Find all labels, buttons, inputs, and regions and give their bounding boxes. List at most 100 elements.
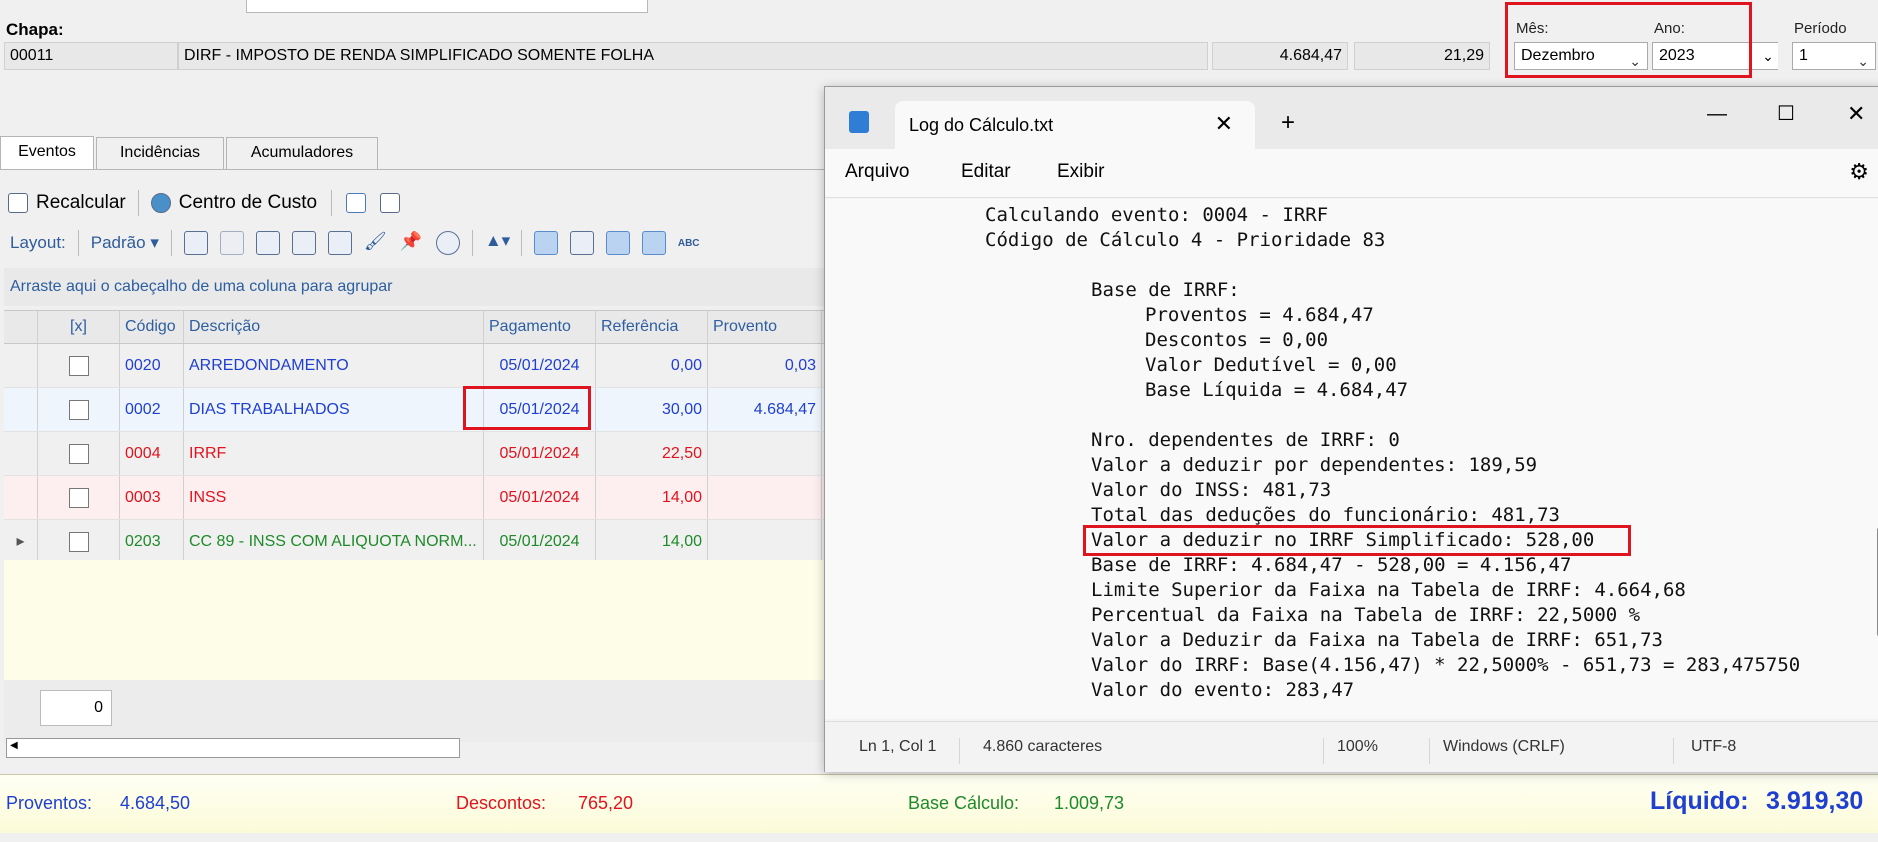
cell-provento[interactable] [708,476,822,519]
insert-icon[interactable] [255,231,280,255]
table-row[interactable]: 0004 IRRF 05/01/2024 22,50 [4,432,830,476]
cell-pagamento[interactable]: 05/01/2024 [484,344,596,387]
column-header[interactable]: Referência [596,311,708,343]
minimize-icon[interactable]: — [1707,103,1727,126]
table-row[interactable]: 0020 ARREDONDAMENTO 05/01/2024 0,00 0,03 [4,344,830,388]
description-field[interactable]: DIRF - IMPOSTO DE RENDA SIMPLIFICADO SOM… [178,42,1208,70]
value2-field[interactable]: 21,29 [1354,42,1490,70]
notepad-tab[interactable]: Log do Cálculo.txt ✕ [895,101,1255,149]
scroll-left-icon[interactable]: ◀ [10,740,18,751]
table-row[interactable]: ▸ 0203 CC 89 - INSS COM ALIQUOTA NORM... 05… [4,520,830,564]
menu-exibir[interactable]: Exibir [1057,161,1105,183]
notepad-text-area[interactable]: Calculando evento: 0004 - IRRF Código de … [825,199,1878,719]
cell-pagamento[interactable]: 05/01/2024 [484,520,596,563]
cell-referencia[interactable]: 0,00 [596,344,708,387]
filter-icon[interactable] [435,231,460,255]
cell-pagamento[interactable]: 05/01/2024 [484,432,596,475]
maximize-icon[interactable]: ☐ [1777,101,1795,126]
cell-provento[interactable]: 0,03 [708,344,822,387]
totals-footer: Proventos: 4.684,50 Descontos: 765,20 Ba… [0,774,1878,833]
cell-pagamento[interactable]: 05/01/2024 [484,476,596,519]
menu-arquivo[interactable]: Arquivo [845,161,909,183]
chapa-field[interactable]: 00011 [4,42,178,70]
move-down-icon[interactable] [327,231,352,255]
close-window-icon[interactable]: ✕ [1847,101,1865,127]
cell-codigo[interactable]: 0020 [120,344,184,387]
periodo-select[interactable]: 1 ⌄ [1792,42,1876,70]
cell-descricao[interactable]: DIAS TRABALHADOS [184,388,484,431]
settings-gear-icon[interactable]: ⚙ [1849,159,1869,185]
delete-row-icon[interactable] [219,231,244,255]
group-by-bar[interactable]: Arraste aqui o cabeçalho de uma coluna p… [4,268,830,306]
table-row[interactable]: 0002 DIAS TRABALHADOS 05/01/2024 30,00 4.684… [4,388,830,432]
layout-label: Layout: [10,233,66,252]
close-tab-icon[interactable]: ✕ [1215,111,1233,137]
view-header-icon[interactable] [605,231,630,255]
move-up-icon[interactable] [291,231,316,255]
row-checkbox[interactable] [38,520,120,563]
chart-icon[interactable]: ▲▾ [485,231,510,255]
log-line: Valor Dedutível = 0,00 [1145,354,1397,376]
paint-icon[interactable]: 🖌 [364,231,388,255]
sort-az-icon[interactable] [346,193,367,213]
view-split-icon[interactable] [569,231,594,255]
table-row[interactable]: 0003 INSS 05/01/2024 14,00 [4,476,830,520]
tab-incidencias[interactable]: Incidências [96,137,224,169]
cell-referencia[interactable]: 30,00 [596,388,708,431]
cell-provento[interactable]: 4.684,47 [708,388,822,431]
horizontal-scrollbar[interactable]: ◀ [6,738,460,758]
view-footer-icon[interactable] [533,231,558,255]
view-rows-icon[interactable] [641,231,666,255]
chevron-down-icon[interactable]: ⌄ [1756,44,1780,68]
recalcular-button[interactable]: Recalcular [36,192,126,214]
cell-codigo[interactable]: 0002 [120,388,184,431]
column-header[interactable]: Pagamento [484,311,596,343]
toolbar-separator [170,230,172,256]
tab-eventos[interactable]: Eventos [0,136,94,170]
column-header[interactable]: [x] [38,311,120,343]
row-checkbox[interactable] [38,344,120,387]
cell-codigo[interactable]: 0004 [120,432,184,475]
cell-referencia[interactable]: 14,00 [596,476,708,519]
highlight-irrf-simplificado [1083,525,1631,556]
row-indicator [4,476,38,519]
toolbar-separator [77,230,79,256]
top-field[interactable] [246,0,648,13]
row-indicator [4,432,38,475]
new-tab-icon[interactable]: + [1281,109,1295,137]
tab-acumuladores[interactable]: Acumuladores [226,137,378,169]
checkbox[interactable] [68,355,89,376]
export-icon[interactable] [380,193,401,213]
checkbox[interactable] [68,531,89,552]
cell-codigo[interactable]: 0003 [120,476,184,519]
centro-custo-button[interactable]: Centro de Custo [179,192,317,214]
cell-codigo[interactable]: 0203 [120,520,184,563]
cell-referencia[interactable]: 14,00 [596,520,708,563]
row-checkbox[interactable] [38,476,120,519]
cell-referencia[interactable]: 22,50 [596,432,708,475]
row-checkbox[interactable] [38,432,120,475]
cell-descricao[interactable]: CC 89 - INSS COM ALIQUOTA NORM... [184,520,484,563]
row-checkbox[interactable] [38,388,120,431]
add-row-icon[interactable] [183,231,208,255]
checkbox[interactable] [68,487,89,508]
spellcheck-icon[interactable]: ABC [678,238,700,249]
cell-descricao[interactable]: INSS [184,476,484,519]
checkbox[interactable] [68,443,89,464]
checkbox[interactable] [68,399,89,420]
column-header[interactable]: Descrição [184,311,484,343]
layout-select[interactable]: Padrão ▾ [91,233,159,253]
cell-provento[interactable] [708,520,822,563]
cell-descricao[interactable]: IRRF [184,432,484,475]
cell-descricao[interactable]: ARREDONDAMENTO [184,344,484,387]
cell-provento[interactable] [708,432,822,475]
value1-field[interactable]: 4.684,47 [1212,42,1348,70]
status-encoding: UTF-8 [1691,738,1737,755]
column-header[interactable]: Provento [708,311,822,343]
menu-editar[interactable]: Editar [961,161,1011,183]
row-count-field[interactable]: 0 [40,690,112,726]
pin-icon[interactable]: 📌 [400,231,424,255]
column-header[interactable]: Código [120,311,184,343]
log-line: Base Líquida = 4.684,47 [1145,379,1409,401]
liquido-value: 3.919,30 [1766,787,1864,815]
